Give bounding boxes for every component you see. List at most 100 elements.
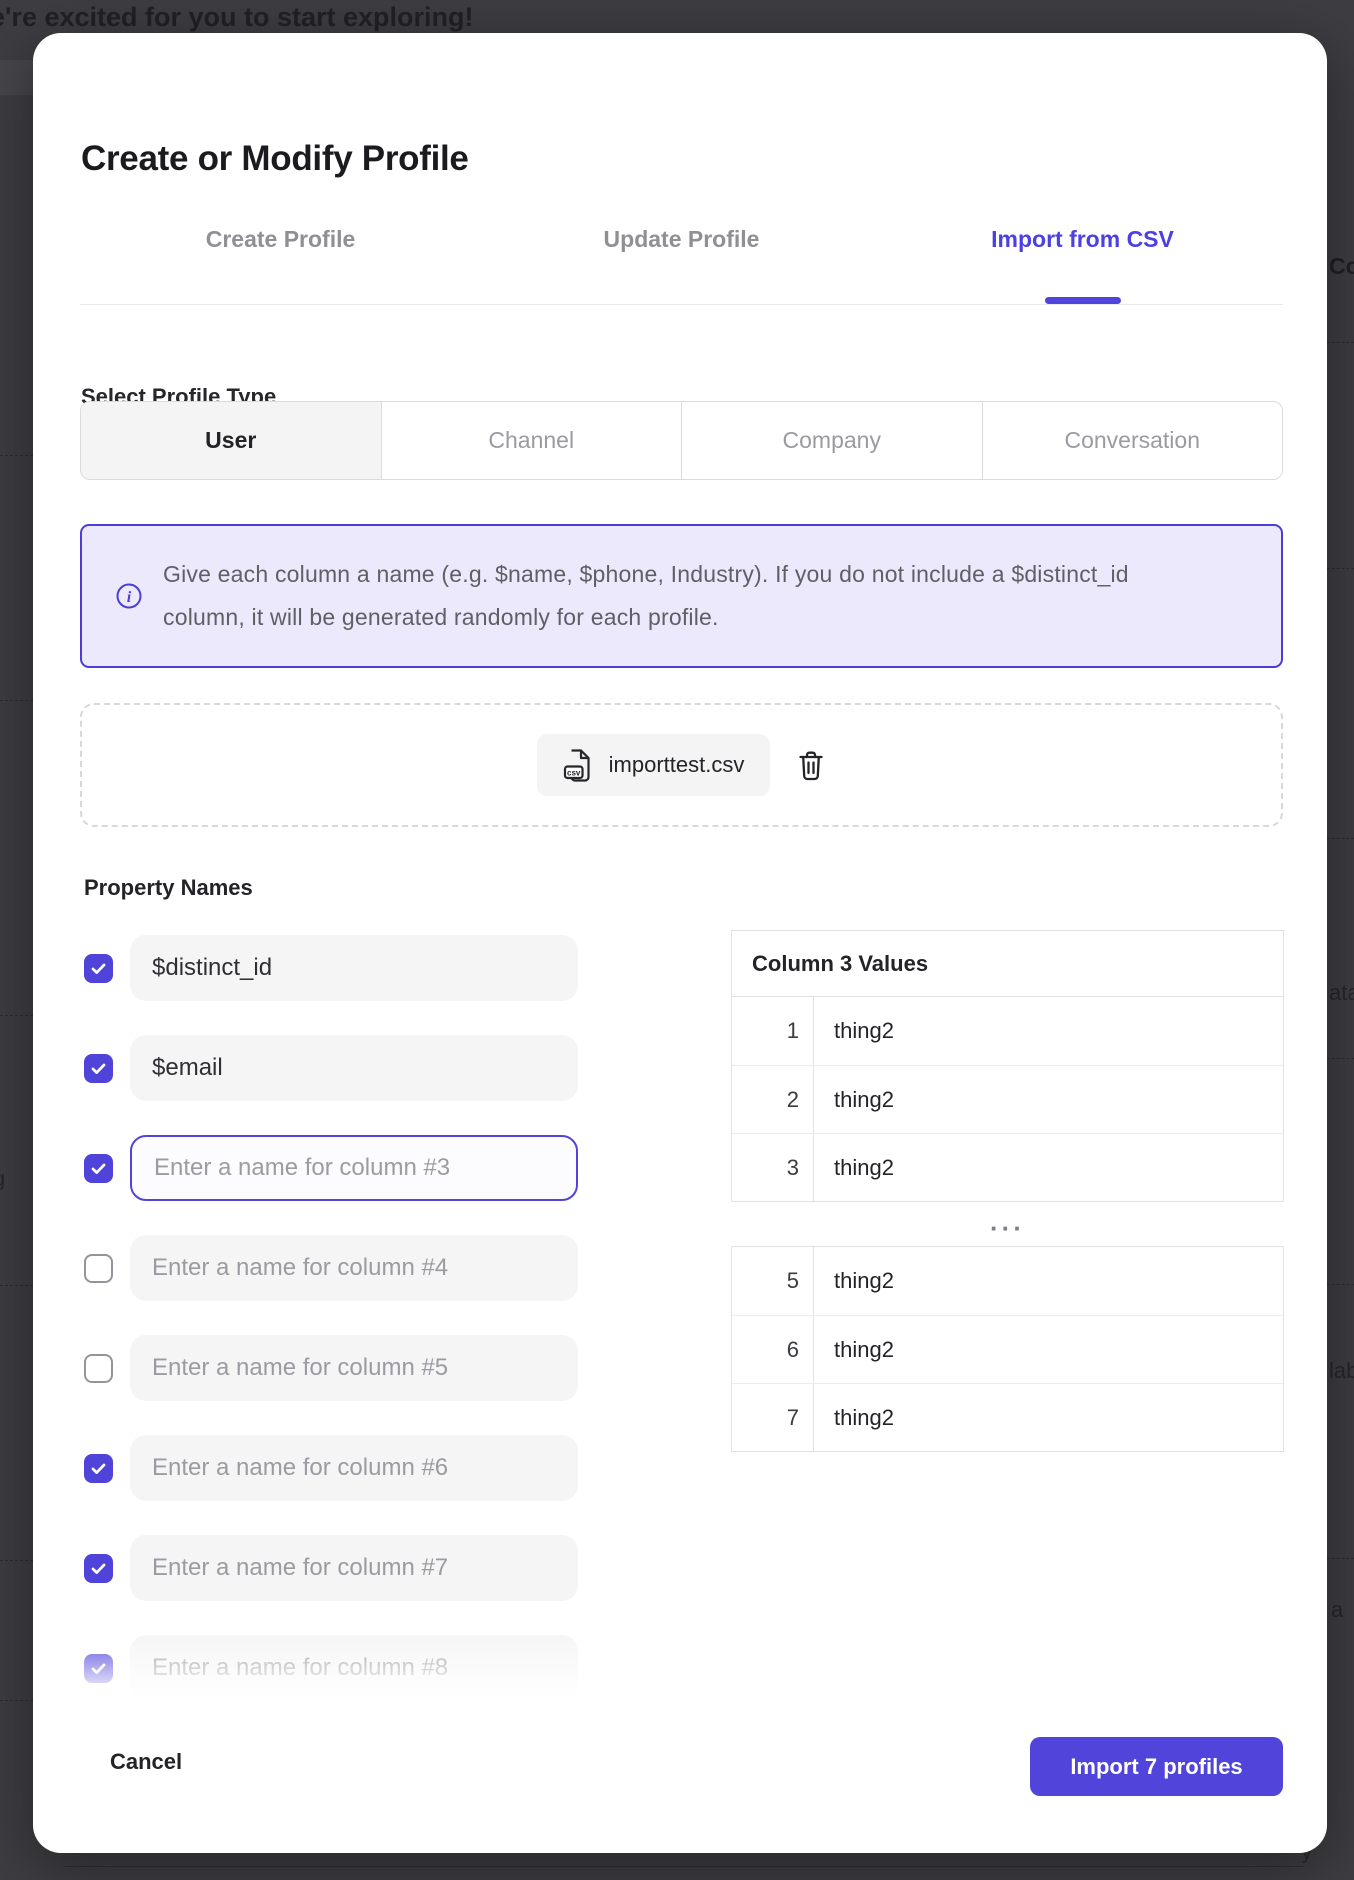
backdrop-line [1327, 1058, 1354, 1059]
backdrop-fragment-col: Col [1329, 253, 1354, 280]
preview-row-number: 2 [732, 1066, 814, 1133]
property-checkbox-6[interactable] [84, 1454, 113, 1483]
preview-row-value: thing2 [814, 997, 1283, 1065]
preview-row-number: 6 [732, 1316, 814, 1383]
property-row-6 [84, 1435, 578, 1501]
backdrop-line [1327, 838, 1354, 839]
uploaded-file-name: importtest.csv [609, 752, 745, 778]
backdrop-line [64, 1866, 1304, 1867]
column-values-header: Column 3 Values [732, 931, 1283, 997]
csv-file-icon: csv [563, 748, 594, 783]
property-checkbox-4[interactable] [84, 1254, 113, 1283]
segment-conversation[interactable]: Conversation [982, 402, 1283, 479]
create-or-modify-profile-modal: Create or Modify Profile Create Profile … [33, 33, 1327, 1853]
property-row-2 [84, 1035, 578, 1101]
profile-type-segmented-control: User Channel Company Conversation [80, 401, 1283, 480]
svg-text:i: i [127, 589, 132, 606]
property-name-input-2[interactable] [130, 1035, 578, 1101]
backdrop-line [0, 1560, 33, 1561]
backdrop-line [0, 700, 33, 701]
backdrop-fragment-ata: ata [1329, 980, 1354, 1006]
preview-row-value: thing2 [814, 1134, 1283, 1201]
svg-text:csv: csv [567, 768, 581, 777]
property-checkbox-2[interactable] [84, 1054, 113, 1083]
property-name-input-4[interactable] [130, 1235, 578, 1301]
segment-channel[interactable]: Channel [381, 402, 682, 479]
property-row-7 [84, 1535, 578, 1601]
check-icon [89, 959, 108, 978]
backdrop-line [0, 1700, 33, 1701]
check-icon [89, 1459, 108, 1478]
active-tab-underline [1045, 297, 1121, 304]
preview-row-value: thing2 [814, 1247, 1283, 1315]
backdrop-line [1327, 342, 1354, 343]
cancel-button[interactable]: Cancel [110, 1749, 182, 1775]
check-icon [89, 1659, 108, 1678]
backdrop-band [0, 60, 33, 95]
modal-tabs: Create Profile Update Profile Import fro… [80, 218, 1283, 268]
backdrop-fragment-g: g [0, 1166, 5, 1192]
preview-row: 2thing2 [732, 1065, 1283, 1133]
property-checkbox-3[interactable] [84, 1154, 113, 1183]
property-checkbox-8[interactable] [84, 1654, 113, 1683]
delete-file-button[interactable] [796, 749, 826, 782]
property-name-input-1[interactable] [130, 935, 578, 1001]
tabs-divider [80, 304, 1283, 305]
check-icon [89, 1559, 108, 1578]
tab-import-from-csv[interactable]: Import from CSV [882, 218, 1283, 268]
tab-create-profile[interactable]: Create Profile [80, 218, 481, 268]
property-row-8 [84, 1635, 578, 1701]
preview-row: 1thing2 [732, 997, 1283, 1065]
property-name-input-6[interactable] [130, 1435, 578, 1501]
trash-icon [796, 749, 826, 782]
tab-update-profile[interactable]: Update Profile [481, 218, 882, 268]
property-row-5 [84, 1335, 578, 1401]
file-upload-area[interactable]: csv importtest.csv [80, 703, 1283, 827]
column-values-rows: 1thing22thing23thing2 [732, 997, 1283, 1201]
property-row-3 [84, 1135, 578, 1201]
column-values-rows: 5thing26thing27thing2 [732, 1247, 1283, 1451]
segment-company[interactable]: Company [681, 402, 982, 479]
property-checkbox-5[interactable] [84, 1354, 113, 1383]
preview-row-number: 7 [732, 1384, 814, 1451]
uploaded-file-chip[interactable]: csv importtest.csv [537, 734, 771, 796]
property-name-input-3[interactable] [130, 1135, 578, 1201]
preview-row: 6thing2 [732, 1315, 1283, 1383]
import-profiles-button[interactable]: Import 7 profiles [1030, 1737, 1283, 1796]
property-name-input-8[interactable] [130, 1635, 578, 1701]
backdrop-heading-fragment: e're excited for you to start exploring! [0, 2, 474, 33]
backdrop-line [0, 455, 33, 456]
backdrop-line [1327, 1558, 1354, 1559]
property-name-input-7[interactable] [130, 1535, 578, 1601]
page-backdrop: e're excited for you to start exploring!… [0, 0, 1354, 1880]
check-icon [89, 1059, 108, 1078]
preview-row: 5thing2 [732, 1247, 1283, 1315]
segment-user[interactable]: User [81, 402, 381, 479]
column-values-table-top: Column 3 Values 1thing22thing23thing2 [731, 930, 1284, 1202]
backdrop-line [0, 1285, 33, 1286]
property-checkbox-7[interactable] [84, 1554, 113, 1583]
property-row-4 [84, 1235, 578, 1301]
backdrop-fragment-a: a [1331, 1597, 1343, 1623]
preview-row-number: 3 [732, 1134, 814, 1201]
info-icon: i [115, 582, 143, 610]
property-name-input-5[interactable] [130, 1335, 578, 1401]
preview-row-value: thing2 [814, 1066, 1283, 1133]
property-names-label: Property Names [84, 875, 253, 901]
backdrop-line [1327, 1284, 1354, 1285]
backdrop-fragment-lab: lab [1329, 1358, 1354, 1384]
preview-row-value: thing2 [814, 1384, 1283, 1451]
check-icon [89, 1159, 108, 1178]
preview-row: 7thing2 [732, 1383, 1283, 1451]
preview-row-value: thing2 [814, 1316, 1283, 1383]
modal-title: Create or Modify Profile [81, 139, 469, 179]
preview-row-number: 5 [732, 1247, 814, 1315]
preview-row-number: 1 [732, 997, 814, 1065]
property-row-1 [84, 935, 578, 1001]
info-banner: i Give each column a name (e.g. $name, $… [80, 524, 1283, 668]
preview-row: 3thing2 [732, 1133, 1283, 1201]
column-values-table-bottom: 5thing26thing27thing2 [731, 1246, 1284, 1452]
rows-ellipsis: ··· [731, 1213, 1284, 1244]
info-banner-text: Give each column a name (e.g. $name, $ph… [163, 553, 1163, 639]
property-checkbox-1[interactable] [84, 954, 113, 983]
